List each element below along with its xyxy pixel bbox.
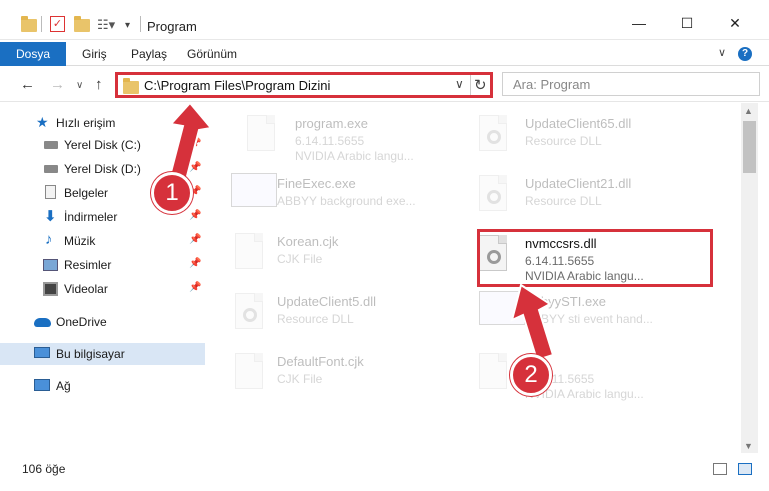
arrow-2 (510, 283, 555, 362)
callout-badge-2: 2 (510, 354, 552, 396)
arrow-1 (168, 101, 213, 182)
callout-arrows (168, 101, 555, 362)
callout-badge-1: 1 (151, 172, 193, 214)
